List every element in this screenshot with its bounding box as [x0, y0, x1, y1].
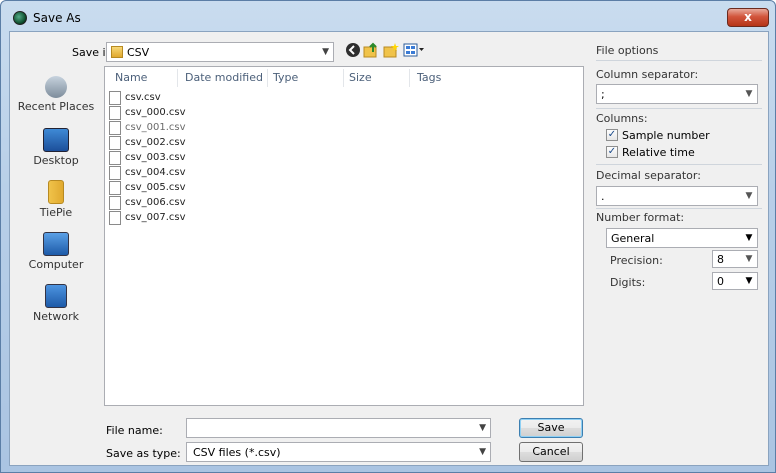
number-format-label: Number format:	[596, 211, 685, 224]
file-icon	[109, 181, 121, 195]
place-label: Computer	[28, 258, 84, 271]
column-separator-label: Column separator:	[596, 68, 699, 81]
column-divider[interactable]	[343, 69, 344, 87]
columns-label: Columns:	[596, 112, 648, 125]
number-format-dropdown[interactable]: General ▼	[606, 228, 758, 248]
place-label: Recent Places	[17, 100, 95, 113]
save-as-dialog: Save As x Save in: CSV ▼ Recent Places D…	[0, 0, 776, 473]
file-name: csv_003.csv	[125, 152, 186, 163]
title-bar: Save As x	[1, 1, 775, 31]
file-name-label: File name:	[106, 424, 163, 437]
file-name-input[interactable]: ▼	[186, 418, 491, 438]
file-icon	[109, 196, 121, 210]
folder-icon	[111, 46, 123, 58]
place-label: Desktop	[33, 154, 79, 167]
computer-icon	[43, 232, 69, 256]
file-options-header: File options	[596, 44, 659, 57]
digits-dropdown[interactable]: 0 ▼	[712, 272, 758, 290]
file-name: csv_005.csv	[125, 182, 186, 193]
decimal-separator-value: .	[601, 190, 605, 203]
place-network[interactable]: Network	[14, 284, 98, 332]
precision-value: 8	[717, 253, 724, 266]
desktop-icon	[43, 128, 69, 152]
precision-dropdown[interactable]: 8 ▼	[712, 250, 758, 268]
digits-value: 0	[717, 275, 724, 288]
column-header-name[interactable]: Name	[115, 71, 147, 84]
divider	[596, 60, 762, 61]
place-desktop[interactable]: Desktop	[14, 128, 98, 176]
chevron-down-icon: ▼	[745, 89, 753, 99]
column-divider[interactable]	[267, 69, 268, 87]
file-icon	[109, 91, 121, 105]
file-list[interactable]: Name Date modified Type Size Tags csv.cs…	[104, 66, 584, 406]
file-name: csv.csv	[125, 92, 161, 103]
column-header-type[interactable]: Type	[273, 71, 298, 84]
relative-time-checkbox[interactable]: ✓	[606, 146, 618, 158]
chevron-down-icon: ▼	[479, 447, 486, 457]
digits-label: Digits:	[610, 276, 646, 289]
file-name: csv_000.csv	[125, 107, 186, 118]
chevron-down-icon[interactable]: ▼	[479, 423, 486, 433]
file-name: csv_001.csv	[125, 122, 186, 133]
file-icon	[109, 211, 121, 225]
divider	[596, 164, 762, 165]
save-in-value: CSV	[127, 46, 150, 59]
column-separator-value: ;	[601, 88, 605, 101]
relative-time-label: Relative time	[622, 146, 695, 159]
decimal-separator-dropdown[interactable]: . ▼	[596, 186, 758, 206]
place-label: Network	[33, 310, 79, 323]
places-bar: Recent Places Desktop TiePie Computer Ne…	[14, 68, 98, 398]
cancel-button[interactable]: Cancel	[519, 442, 583, 462]
save-as-type-value: CSV files (*.csv)	[193, 446, 281, 459]
sample-number-checkbox[interactable]: ✓	[606, 129, 618, 141]
column-separator-dropdown[interactable]: ; ▼	[596, 84, 758, 104]
divider	[596, 108, 762, 109]
up-folder-icon[interactable]	[362, 42, 380, 60]
save-as-type-dropdown[interactable]: CSV files (*.csv) ▼	[186, 442, 491, 462]
place-computer[interactable]: Computer	[14, 232, 98, 280]
close-button[interactable]: x	[727, 8, 769, 27]
chevron-down-icon: ▼	[745, 233, 753, 243]
chevron-down-icon: ▼	[745, 191, 753, 201]
file-name: csv_007.csv	[125, 212, 186, 223]
place-tiepie[interactable]: TiePie	[14, 180, 98, 228]
chevron-down-icon: ▼	[322, 47, 329, 57]
column-header-tags[interactable]: Tags	[417, 71, 441, 84]
recent-places-icon	[45, 76, 67, 98]
sample-number-label: Sample number	[622, 129, 710, 142]
back-icon[interactable]	[344, 42, 362, 60]
file-icon	[109, 121, 121, 135]
save-as-type-label: Save as type:	[106, 447, 181, 460]
file-options-panel: File options Column separator: ; ▼ Colum…	[592, 32, 770, 467]
window-title: Save As	[33, 11, 81, 25]
divider	[596, 208, 762, 209]
new-folder-icon[interactable]	[382, 42, 400, 60]
chevron-down-icon: ▼	[745, 276, 753, 286]
number-format-value: General	[611, 232, 655, 245]
place-label: TiePie	[39, 206, 73, 219]
file-icon	[109, 151, 121, 165]
app-icon	[13, 11, 27, 25]
file-name: csv_002.csv	[125, 137, 186, 148]
save-button[interactable]: Save	[519, 418, 583, 438]
place-recent-places[interactable]: Recent Places	[14, 76, 98, 124]
tiepie-icon	[48, 180, 64, 204]
file-name: csv_006.csv	[125, 197, 186, 208]
dialog-body: Save in: CSV ▼ Recent Places Desktop Tie…	[9, 31, 769, 466]
save-in-dropdown[interactable]: CSV ▼	[106, 42, 334, 62]
network-icon	[45, 284, 67, 308]
file-name: csv_004.csv	[125, 167, 186, 178]
decimal-separator-label: Decimal separator:	[596, 169, 701, 182]
column-header-size[interactable]: Size	[349, 71, 372, 84]
chevron-down-icon: ▼	[745, 254, 753, 264]
column-divider[interactable]	[409, 69, 410, 87]
view-menu-icon[interactable]	[402, 42, 426, 60]
column-divider[interactable]	[177, 69, 178, 87]
file-icon	[109, 166, 121, 180]
file-icon	[109, 136, 121, 150]
precision-label: Precision:	[610, 254, 663, 267]
column-header-date-modified[interactable]: Date modified	[185, 71, 263, 84]
file-icon	[109, 106, 121, 120]
